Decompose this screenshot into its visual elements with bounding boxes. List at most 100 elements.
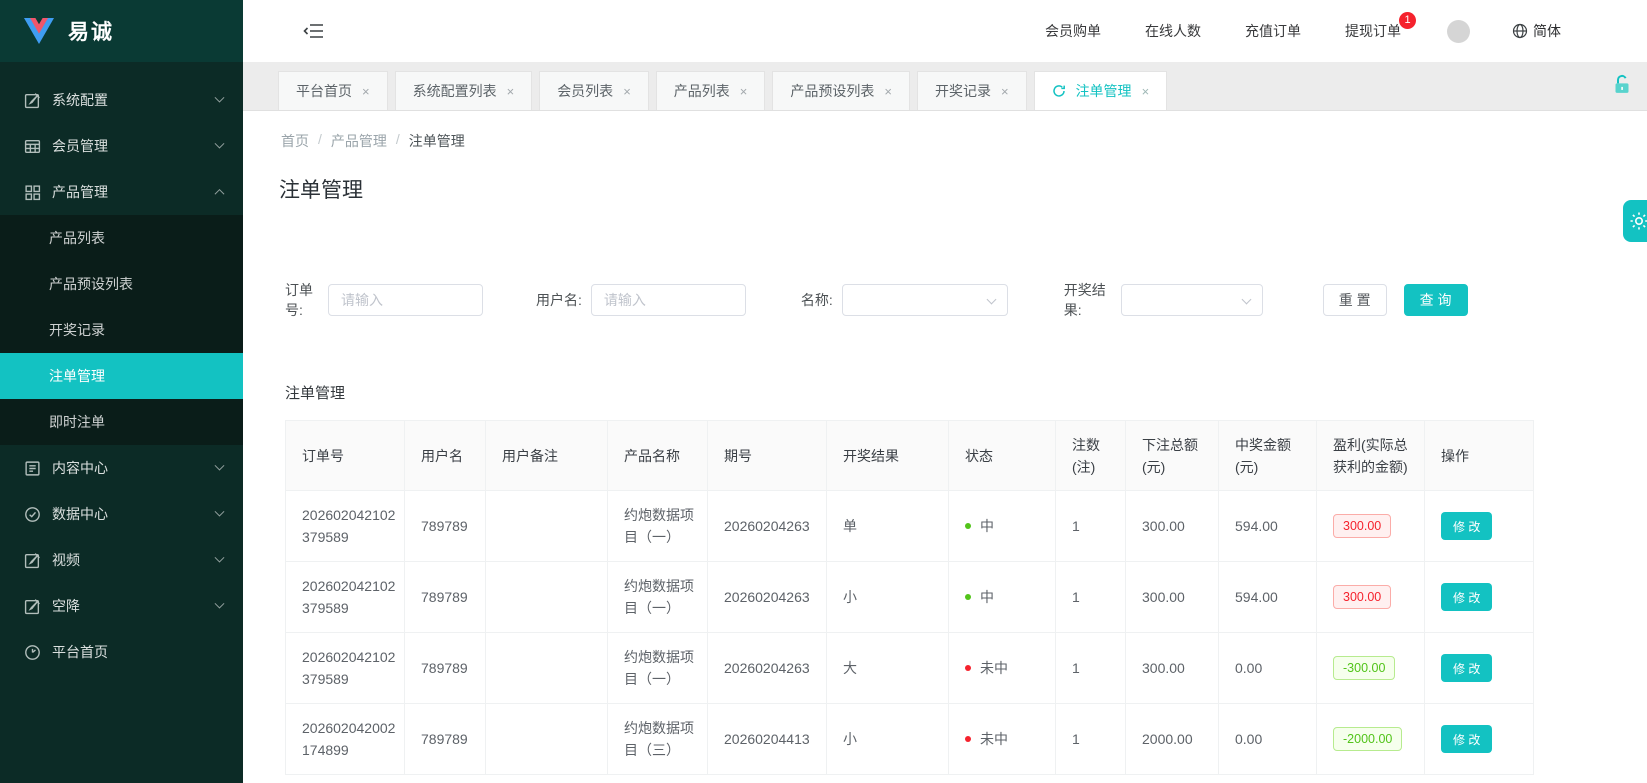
lottery-result-label: 开奖结果:: [1064, 280, 1112, 320]
sidebar-subitem-product-preset-list[interactable]: 产品预设列表: [0, 261, 243, 307]
cell-bet-amount: 300.00: [1126, 562, 1219, 633]
settings-fab[interactable]: [1623, 200, 1647, 242]
sidebar-subitem-lottery-records[interactable]: 开奖记录: [0, 307, 243, 353]
tab-lottery-records[interactable]: 开奖记录×: [917, 71, 1027, 110]
table-row: 202602042102379589 789789 约炮数据项目（一） 2026…: [286, 491, 1534, 562]
sidebar-item-content-center[interactable]: 内容中心: [0, 445, 243, 491]
col-actions: 操作: [1425, 421, 1534, 491]
sidebar-item-platform-home[interactable]: 平台首页: [0, 629, 243, 675]
sidebar-subitem-bet-management[interactable]: 注单管理: [0, 353, 243, 399]
topnav-online-users[interactable]: 在线人数: [1145, 21, 1201, 41]
topnav-recharge-orders[interactable]: 充值订单: [1245, 21, 1301, 41]
brand-header: 易诚: [0, 0, 243, 62]
close-icon[interactable]: ×: [507, 84, 515, 99]
col-result: 开奖结果: [827, 421, 949, 491]
chevron-down-icon: [215, 506, 225, 516]
unlock-icon[interactable]: [1613, 74, 1631, 94]
close-icon[interactable]: ×: [623, 84, 631, 99]
cell-bet-amount: 300.00: [1126, 633, 1219, 704]
language-label: 简体: [1533, 21, 1561, 41]
sidebar-item-label: 数据中心: [52, 504, 108, 524]
tab-product-preset-list[interactable]: 产品预设列表×: [772, 71, 910, 110]
cell-win-amount: 594.00: [1219, 562, 1317, 633]
sidebar-item-airdrop[interactable]: 空降: [0, 583, 243, 629]
cell-remark: [486, 491, 608, 562]
cell-actions: 修 改: [1425, 562, 1534, 633]
breadcrumb-current: 注单管理: [409, 131, 465, 151]
cell-username: 789789: [405, 633, 486, 704]
order-no-label: 订单号:: [285, 280, 319, 320]
lottery-result-select[interactable]: [1121, 284, 1263, 316]
cell-result: 小: [827, 562, 949, 633]
cell-product: 约炮数据项目（三）: [608, 704, 708, 775]
col-remark: 用户备注: [486, 421, 608, 491]
tab-member-list[interactable]: 会员列表×: [539, 71, 649, 110]
sidebar-item-system-config[interactable]: 系统配置: [0, 77, 243, 123]
reset-button[interactable]: 重 置: [1323, 284, 1387, 316]
document-icon: [24, 460, 41, 477]
order-no-input[interactable]: [328, 284, 483, 316]
tab-system-config-list[interactable]: 系统配置列表×: [395, 71, 533, 110]
close-icon[interactable]: ×: [1001, 84, 1009, 99]
cell-product: 约炮数据项目（一）: [608, 562, 708, 633]
username-input[interactable]: [591, 284, 746, 316]
refresh-icon[interactable]: [1052, 84, 1066, 98]
breadcrumb-home[interactable]: 首页: [281, 131, 309, 151]
cell-bets: 1: [1056, 633, 1126, 704]
sidebar-item-label: 空降: [52, 596, 80, 616]
language-switcher[interactable]: 简体: [1512, 21, 1561, 41]
cell-result: 单: [827, 491, 949, 562]
cell-result: 大: [827, 633, 949, 704]
avatar[interactable]: [1447, 20, 1470, 43]
sidebar-subitem-realtime-bets[interactable]: 即时注单: [0, 399, 243, 445]
sidebar-item-label: 视频: [52, 550, 80, 570]
topnav-withdraw-orders[interactable]: 提现订单 1: [1345, 21, 1401, 41]
cell-product: 约炮数据项目（一）: [608, 633, 708, 704]
sidebar-item-label: 系统配置: [52, 90, 108, 110]
search-button[interactable]: 查 询: [1404, 284, 1468, 316]
dashboard-icon: [24, 644, 41, 661]
edit-button[interactable]: 修 改: [1441, 654, 1492, 682]
edit-button[interactable]: 修 改: [1441, 583, 1492, 611]
breadcrumb-product-management[interactable]: 产品管理: [331, 131, 387, 151]
sidebar-item-video[interactable]: 视频: [0, 537, 243, 583]
withdraw-count-badge: 1: [1399, 12, 1416, 29]
cell-order-no: 202602042002174899: [286, 704, 405, 775]
name-select[interactable]: [842, 284, 1008, 316]
sidebar-collapse-icon[interactable]: [303, 22, 325, 40]
edit-button[interactable]: 修 改: [1441, 725, 1492, 753]
edit-square-icon: [24, 92, 41, 109]
sidebar-subitem-product-list[interactable]: 产品列表: [0, 215, 243, 261]
sidebar-item-data-center[interactable]: 数据中心: [0, 491, 243, 537]
sidebar-item-member-management[interactable]: 会员管理: [0, 123, 243, 169]
col-bet-amount: 下注总额(元): [1126, 421, 1219, 491]
tab-product-list[interactable]: 产品列表×: [656, 71, 766, 110]
close-icon[interactable]: ×: [1142, 84, 1150, 99]
tab-platform-home[interactable]: 平台首页×: [278, 71, 388, 110]
sidebar-item-product-management[interactable]: 产品管理: [0, 169, 243, 215]
edit-button[interactable]: 修 改: [1441, 512, 1492, 540]
col-bets: 注数(注): [1056, 421, 1126, 491]
close-icon[interactable]: ×: [362, 84, 370, 99]
close-icon[interactable]: ×: [884, 84, 892, 99]
sidebar-item-label: 平台首页: [52, 642, 108, 662]
cell-issue: 20260204263: [708, 491, 827, 562]
close-icon[interactable]: ×: [740, 84, 748, 99]
cell-order-no: 202602042102379589: [286, 633, 405, 704]
filter-bar: 订单号: 用户名: 名称: 开奖结果: 重 置 查 询: [285, 280, 1623, 320]
tab-bet-management[interactable]: 注单管理×: [1034, 71, 1168, 110]
topbar-right: 会员购单 在线人数 充值订单 提现订单 1 简体: [1001, 20, 1561, 43]
cell-win-amount: 0.00: [1219, 633, 1317, 704]
cell-remark: [486, 704, 608, 775]
sidebar-menu: 系统配置 会员管理 产品管理 产品列表: [0, 62, 243, 675]
chevron-down-icon: [986, 295, 996, 305]
cell-profit: 300.00: [1317, 491, 1425, 562]
table-header-row: 订单号 用户名 用户备注 产品名称 期号 开奖结果 状态 注数(注) 下注总额(…: [286, 421, 1534, 491]
product-submenu: 产品列表 产品预设列表 开奖记录 注单管理 即时注单: [0, 215, 243, 445]
col-status: 状态: [949, 421, 1056, 491]
username-label: 用户名:: [536, 290, 582, 310]
topnav-member-orders[interactable]: 会员购单: [1045, 21, 1101, 41]
cell-status: 未中: [949, 704, 1056, 775]
bet-table: 订单号 用户名 用户备注 产品名称 期号 开奖结果 状态 注数(注) 下注总额(…: [285, 420, 1623, 775]
status-dot-win: [965, 594, 971, 600]
